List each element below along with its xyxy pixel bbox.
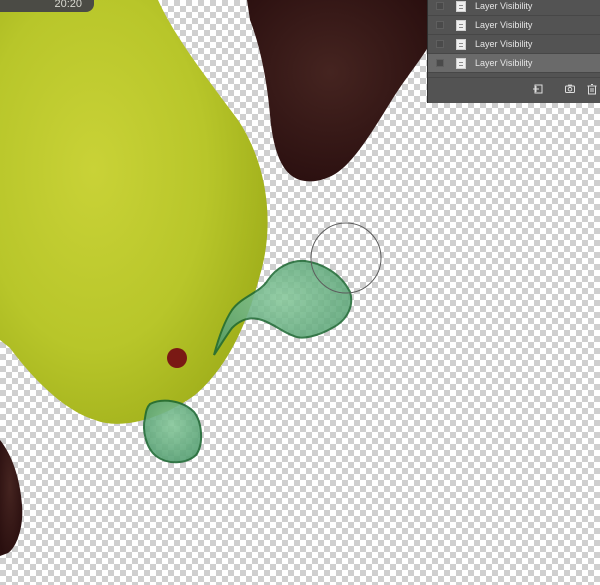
history-row-selected[interactable]: Layer Visibility xyxy=(428,54,600,73)
history-row[interactable]: Layer Visibility xyxy=(428,0,600,16)
history-footer xyxy=(428,77,600,100)
history-row[interactable]: Layer Visibility xyxy=(428,16,600,35)
red-dot xyxy=(167,348,187,368)
dark-watercolor-shape-top xyxy=(247,0,432,182)
history-row-checkbox[interactable] xyxy=(436,59,444,67)
history-row-checkbox[interactable] xyxy=(436,40,444,48)
dark-watercolor-shape-bottom-left xyxy=(0,440,23,556)
history-state-icon xyxy=(456,0,466,12)
history-row[interactable]: Layer Visibility xyxy=(428,35,600,54)
green-blob-bottom xyxy=(143,399,202,464)
history-row-label: Layer Visibility xyxy=(475,58,533,68)
history-row-label: Layer Visibility xyxy=(475,39,533,49)
history-state-icon xyxy=(456,19,466,31)
time-text: 20:20 xyxy=(54,0,82,10)
brush-cursor xyxy=(310,222,382,294)
history-panel: Layer Visibility Layer Visibility Layer … xyxy=(428,0,600,103)
yellow-watercolor-shape xyxy=(0,0,268,424)
history-state-icon xyxy=(456,57,466,69)
history-row-label: Layer Visibility xyxy=(475,20,533,30)
history-row-checkbox[interactable] xyxy=(436,2,444,10)
history-row-label: Layer Visibility xyxy=(475,1,533,11)
camera-icon[interactable] xyxy=(564,83,576,95)
time-pill: 20:20 xyxy=(0,0,94,12)
history-state-icon xyxy=(456,38,466,50)
new-snapshot-icon[interactable] xyxy=(532,83,544,95)
trash-icon[interactable] xyxy=(586,83,598,95)
history-row-checkbox[interactable] xyxy=(436,21,444,29)
